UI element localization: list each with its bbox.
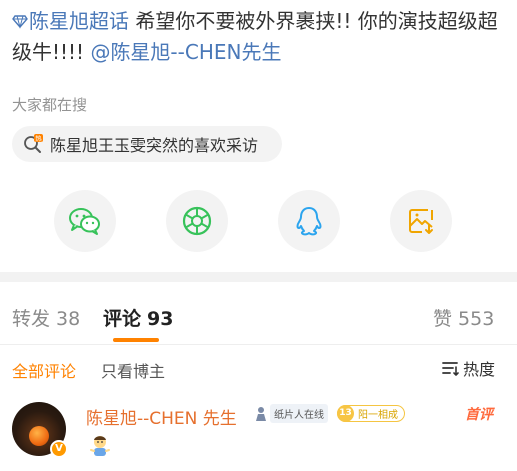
qq-icon [296,207,322,236]
mention-link[interactable]: @陈星旭--CHEN先生 [90,40,281,64]
paper-figure-icon [256,406,266,421]
fan-badge[interactable]: 纸片人在线 [254,404,328,423]
active-tab-indicator [113,338,159,342]
wechat-icon [69,208,100,235]
level-number: 13 [337,405,354,422]
first-comment-tag: 首评 [465,407,493,423]
post-text: 陈星旭超话 希望你不要被外界裹挟!! 你的演技超级超级牛!!!! @陈星旭--C… [12,6,507,68]
share-moments-button[interactable] [166,190,228,252]
share-wechat-button[interactable] [54,190,116,252]
tab-likes[interactable]: 赞 553 [433,304,494,331]
save-image-icon [409,209,433,234]
sort-label: 热度 [462,360,495,379]
tab-comments-count: 93 [147,308,174,330]
svg-text:热: 热 [35,134,42,143]
level-badge[interactable]: 13 阳一相成 [337,405,405,422]
topic-link[interactable]: 陈星旭超话 [12,9,129,33]
diamond-icon [12,15,28,29]
verified-badge: V [50,440,68,458]
share-row [0,190,517,252]
filter-all-comments[interactable]: 全部评论 [12,358,76,382]
tab-likes-label: 赞 [433,308,453,330]
trending-search-item[interactable]: 热 陈星旭王玉雯突然的喜欢采访 [12,126,282,162]
save-image-button[interactable] [390,190,452,252]
tab-repost[interactable]: 转发 38 [12,304,80,331]
tab-repost-count: 38 [56,308,81,330]
comment-item: V 陈星旭--CHEN 先生 纸片人在线 13 阳一相成 首评 [0,390,517,471]
trending-search-title: 大家都在搜 [12,96,88,114]
moments-icon [182,206,212,236]
tab-likes-count: 553 [458,308,495,330]
trending-search-text: 陈星旭王玉雯突然的喜欢采访 [50,136,259,155]
share-qq-button[interactable] [278,190,340,252]
post-card: 陈星旭超话 希望你不要被外界裹挟!! 你的演技超级超级牛!!!! @陈星旭--C… [0,0,517,272]
level-text: 阳一相成 [358,410,398,421]
interaction-tabs: 转发 38 评论 93 赞 553 [0,282,517,344]
doll-emoji-icon [90,436,110,456]
sort-by-hotness-button[interactable]: 热度 [441,356,495,380]
hot-search-icon: 热 [24,134,43,153]
commenter-name[interactable]: 陈星旭--CHEN 先生 [86,404,237,429]
comment-filter-bar: 全部评论 只看博主 热度 [0,344,517,391]
topic-label: 陈星旭超话 [29,9,129,33]
filter-author-only[interactable]: 只看博主 [101,358,165,382]
sort-icon [442,362,459,376]
tab-repost-label: 转发 [12,308,51,330]
tab-comments-label: 评论 [103,308,142,330]
fan-badge-text: 纸片人在线 [270,404,328,423]
avatar-basketball [29,426,49,446]
tab-comments[interactable]: 评论 93 [103,304,173,331]
